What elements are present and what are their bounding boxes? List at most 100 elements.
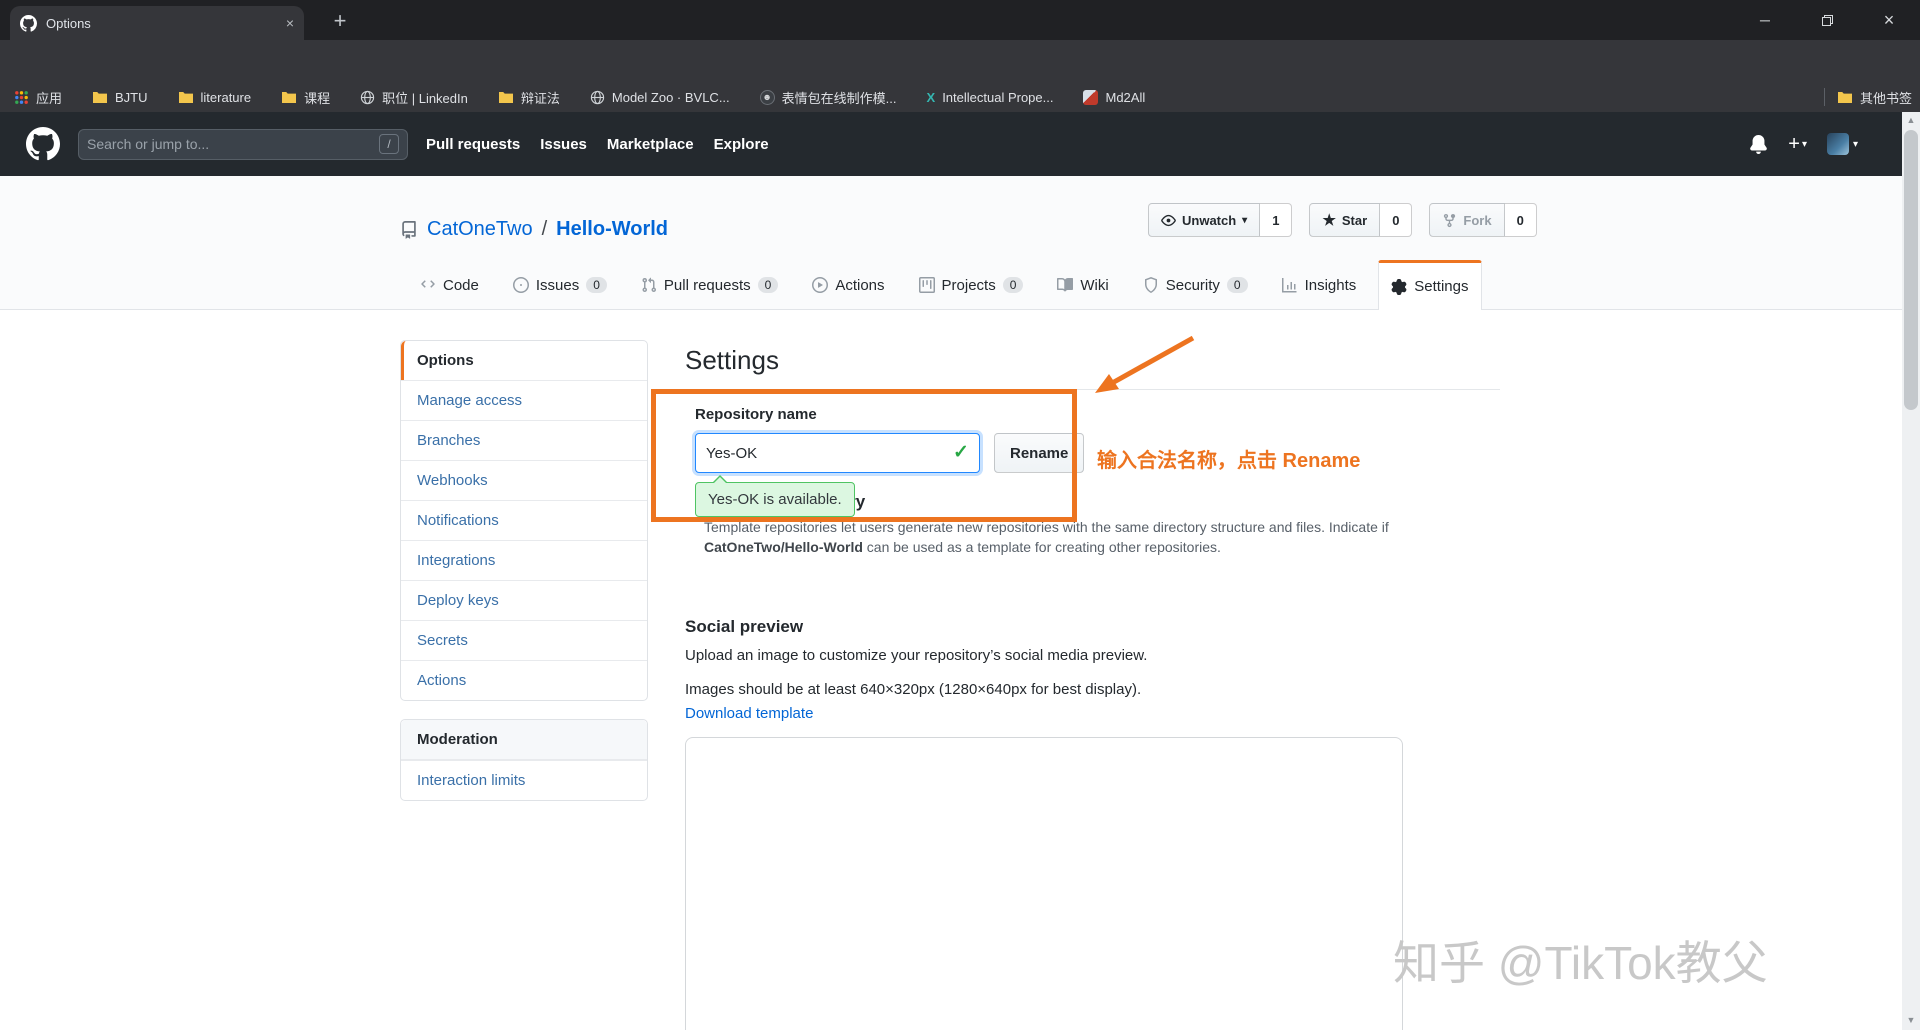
page-scrollbar[interactable]: ▲ ▼ — [1902, 112, 1920, 1030]
scroll-up-icon[interactable]: ▲ — [1902, 112, 1920, 128]
star-count[interactable]: 0 — [1380, 203, 1413, 237]
social-preview-heading: Social preview — [685, 617, 804, 636]
repo-book-icon — [402, 220, 416, 239]
bookmark-folder[interactable]: literature — [178, 90, 251, 105]
bookmark-intellectual-property[interactable]: X Intellectual Prope... — [927, 90, 1054, 105]
github-logo-icon[interactable] — [26, 127, 60, 161]
sidebar-item-secrets[interactable]: Secrets — [401, 620, 647, 660]
count-badge: 0 — [1226, 277, 1248, 293]
tab-code[interactable]: Code — [408, 260, 491, 310]
count-badge: 0 — [1002, 277, 1024, 293]
folder-icon — [93, 92, 108, 103]
notifications-bell-icon[interactable] — [1749, 134, 1768, 154]
breadcrumb: CatOneTwo / Hello-World — [400, 218, 668, 241]
availability-tooltip: Yes-OK is available. — [695, 475, 855, 517]
close-window-button[interactable]: × — [1858, 0, 1920, 40]
count-badge: 0 — [757, 277, 779, 293]
create-new-button[interactable]: + ▾ — [1788, 133, 1807, 156]
bookmark-apps[interactable]: 应用 — [14, 88, 62, 107]
social-preview-upload-area[interactable] — [685, 737, 1403, 1030]
bookmark-model-zoo[interactable]: Model Zoo · BVLC... — [590, 90, 730, 105]
book-icon — [1057, 277, 1074, 292]
tab-title: Options — [46, 15, 91, 31]
tab-wiki[interactable]: Wiki — [1045, 260, 1120, 310]
watch-count[interactable]: 1 — [1260, 203, 1293, 237]
minimize-button[interactable]: ─ — [1734, 0, 1796, 40]
folder-icon — [178, 92, 193, 103]
sidebar-item-webhooks[interactable]: Webhooks — [401, 460, 647, 500]
new-tab-button[interactable]: + — [325, 6, 355, 36]
graph-icon — [1281, 278, 1297, 293]
bookmark-folder[interactable]: 课程 — [281, 88, 330, 107]
nav-explore[interactable]: Explore — [714, 136, 769, 153]
nav-marketplace[interactable]: Marketplace — [607, 136, 694, 153]
sidebar-item-options[interactable]: Options — [401, 341, 647, 380]
social-preview-size-note: Images should be at least 640×320px (128… — [685, 681, 1142, 698]
tab-close-icon[interactable]: × — [286, 15, 294, 31]
restore-button[interactable] — [1796, 0, 1858, 40]
user-menu[interactable]: ▾ — [1826, 133, 1858, 155]
eye-icon — [1161, 214, 1176, 226]
browser-tab[interactable]: Options × — [10, 6, 304, 40]
folder-icon — [1837, 92, 1852, 103]
globe-icon — [590, 90, 605, 104]
repo-name-link[interactable]: Hello-World — [556, 218, 668, 241]
search-input[interactable] — [87, 136, 379, 152]
apps-grid-icon — [15, 90, 28, 104]
restore-icon — [1821, 14, 1833, 26]
tab-settings[interactable]: Settings — [1378, 260, 1482, 310]
sidebar-item-actions[interactable]: Actions — [401, 660, 647, 700]
repository-name-input[interactable] — [695, 433, 980, 473]
star-button[interactable]: ★ Star — [1309, 203, 1381, 237]
nav-issues[interactable]: Issues — [540, 136, 587, 153]
moderation-header: Moderation — [401, 720, 647, 760]
moderation-menu: Moderation Interaction limits — [400, 719, 648, 801]
scrollbar-thumb[interactable] — [1904, 130, 1918, 410]
gear-icon — [1391, 278, 1407, 295]
tab-actions[interactable]: Actions — [800, 260, 896, 310]
folder-icon — [498, 92, 513, 103]
sidebar-item-notifications[interactable]: Notifications — [401, 500, 647, 540]
page-title: Settings — [685, 345, 779, 375]
github-search-box[interactable]: / — [78, 128, 408, 160]
bookmark-folder[interactable]: 辩证法 — [498, 88, 560, 107]
sidebar-item-deploy-keys[interactable]: Deploy keys — [401, 580, 647, 620]
user-avatar — [1826, 133, 1849, 155]
tab-projects[interactable]: Projects 0 — [907, 260, 1036, 310]
pull-request-icon — [642, 277, 656, 293]
repo-actions: Unwatch ▾ 1 ★ Star 0 Fork 0 — [1148, 203, 1537, 237]
unwatch-button[interactable]: Unwatch ▾ — [1148, 203, 1261, 237]
annotation-text: 输入合法名称，点击 Rename — [1097, 450, 1361, 472]
bookmark-emoji-maker[interactable]: ☻ 表情包在线制作模... — [759, 88, 897, 107]
other-bookmarks[interactable]: 其他书签 — [1837, 88, 1912, 107]
bookmark-linkedin[interactable]: 职位 | LinkedIn — [360, 88, 468, 107]
bookmarks-bar: 应用 BJTU literature 课程 职位 | LinkedIn 辩证法 … — [0, 82, 1920, 112]
bookmark-md2all[interactable]: Md2All — [1083, 89, 1145, 105]
chevron-down-icon: ▾ — [1852, 138, 1858, 150]
rename-button[interactable]: Rename — [994, 433, 1085, 473]
sidebar-item-manage-access[interactable]: Manage access — [401, 380, 647, 420]
valid-check-icon: ✓ — [953, 442, 969, 463]
fork-count[interactable]: 0 — [1504, 203, 1537, 237]
download-template-link[interactable]: Download template — [685, 705, 813, 722]
fork-button[interactable]: Fork — [1429, 203, 1505, 237]
sidebar-item-interaction-limits[interactable]: Interaction limits — [401, 760, 647, 800]
tab-pull-requests[interactable]: Pull requests 0 — [629, 260, 790, 310]
count-badge: 0 — [586, 277, 607, 293]
bookmark-folder[interactable]: BJTU — [92, 90, 148, 105]
template-repository-description: Template repositories let users generate… — [704, 519, 1389, 555]
tab-issues[interactable]: Issues 0 — [501, 260, 619, 310]
scroll-down-icon[interactable]: ▼ — [1902, 1012, 1920, 1028]
sidebar-item-integrations[interactable]: Integrations — [401, 540, 647, 580]
browser-titlebar: Options × + ─ × — [0, 0, 1920, 40]
site-icon — [1083, 89, 1099, 105]
tab-security[interactable]: Security 0 — [1131, 260, 1260, 310]
project-icon — [918, 277, 935, 293]
github-favicon-icon — [20, 14, 37, 32]
shield-icon — [1144, 277, 1157, 293]
nav-pull-requests[interactable]: Pull requests — [426, 136, 520, 153]
watermark: 知乎 @TikTok教父 — [1393, 937, 1768, 989]
repo-owner-link[interactable]: CatOneTwo — [427, 218, 533, 241]
sidebar-item-branches[interactable]: Branches — [401, 420, 647, 460]
tab-insights[interactable]: Insights — [1270, 260, 1369, 310]
